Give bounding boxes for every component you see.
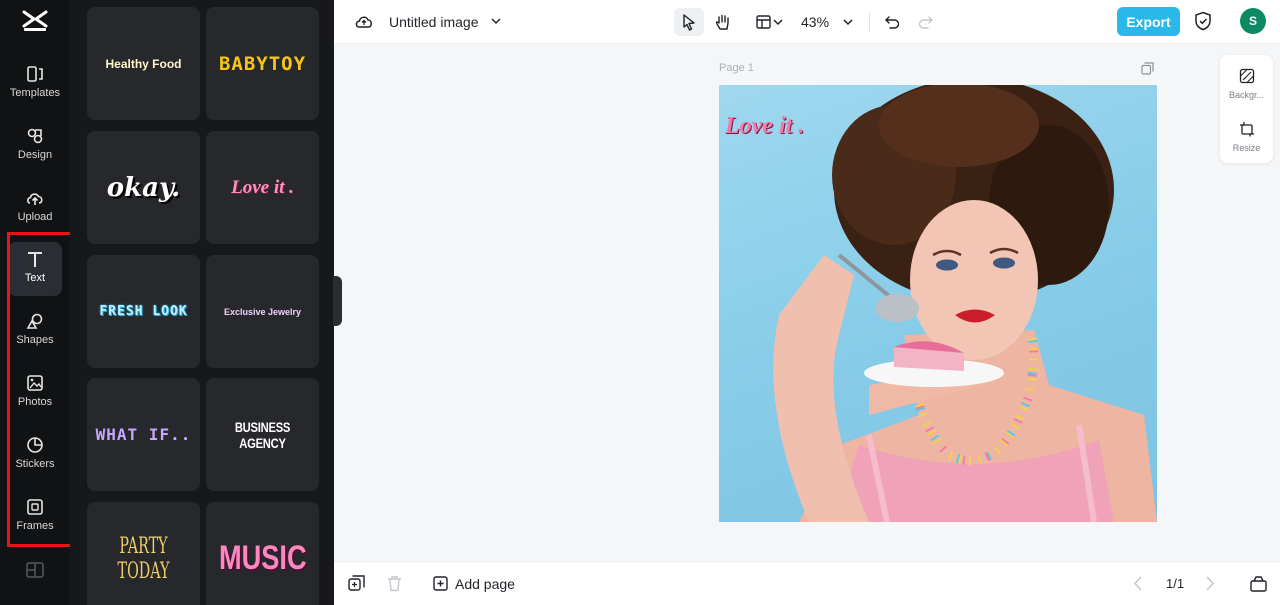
text-template-card[interactable]: Healthy Food <box>87 7 200 120</box>
pages-panel-icon[interactable] <box>1250 575 1267 592</box>
chevron-down-icon[interactable] <box>491 16 501 26</box>
hand-icon <box>715 14 729 30</box>
resize-tool-label: Resize <box>1232 143 1261 153</box>
capcut-logo[interactable] <box>22 9 48 33</box>
nav-item-upload[interactable]: Upload <box>8 181 62 235</box>
text-template-card[interactable]: Exclusive Jewelry <box>206 255 319 368</box>
text-template-card[interactable]: BABYTOY <box>206 7 319 120</box>
nav-item-templates[interactable]: Templates <box>8 57 62 111</box>
layout-icon <box>756 15 771 29</box>
chevron-right-icon[interactable] <box>1204 575 1216 592</box>
undo-icon <box>885 16 900 29</box>
text-template-label: PARTY TODAY <box>117 533 170 584</box>
canvas-side-tools: Backgr... Resize <box>1220 55 1273 163</box>
select-tool-button[interactable] <box>674 8 704 36</box>
page-indicator: 1/1 <box>1166 576 1185 591</box>
redo-button[interactable] <box>911 8 941 36</box>
text-template-label: Exclusive Jewelry <box>223 306 302 317</box>
design-icon <box>27 128 43 144</box>
text-template-label: WHAT IF.. <box>95 425 192 444</box>
text-template-card[interactable]: WHAT IF.. <box>87 378 200 491</box>
nav-label-design: Design <box>17 149 53 161</box>
export-button[interactable]: Export <box>1117 7 1180 36</box>
text-template-label: Love it . <box>231 176 294 198</box>
user-avatar[interactable]: S <box>1240 8 1266 34</box>
text-template-card[interactable]: okay. <box>87 131 200 244</box>
undo-button[interactable] <box>877 8 907 36</box>
redo-icon <box>918 16 933 29</box>
chevron-left-icon[interactable] <box>1132 575 1144 592</box>
cursor-icon <box>683 14 695 31</box>
chevron-down-icon[interactable] <box>843 17 853 27</box>
nav-label-templates: Templates <box>9 87 61 99</box>
text-template-card[interactable]: Love it . <box>206 131 319 244</box>
text-template-label: okay. <box>106 172 181 203</box>
templates-icon <box>27 66 43 82</box>
resize-tool-button[interactable]: Resize <box>1220 121 1273 153</box>
text-template-card[interactable]: FRESH LOOK <box>87 255 200 368</box>
chevron-down-icon[interactable] <box>773 17 783 27</box>
background-tool-button[interactable]: Backgr... <box>1220 68 1273 100</box>
shield-icon[interactable] <box>1194 11 1212 31</box>
resize-icon <box>1239 122 1254 137</box>
canvas-text-love-it[interactable]: Love it . <box>725 113 804 140</box>
hand-tool-button[interactable] <box>708 8 738 36</box>
document-title[interactable]: Untitled image <box>389 14 479 30</box>
text-template-label: BUSINESS AGENCY <box>234 418 291 451</box>
trash-icon[interactable] <box>386 575 403 592</box>
nav-highlight-box <box>7 232 73 547</box>
add-page-icon <box>433 576 448 591</box>
nav-label-upload: Upload <box>17 211 53 223</box>
background-icon <box>1239 68 1254 84</box>
duplicate-icon[interactable] <box>348 575 365 592</box>
zoom-level[interactable]: 43% <box>801 14 829 30</box>
canvas-page-image[interactable]: Love it . <box>719 85 1157 522</box>
text-template-card[interactable]: BUSINESS AGENCY <box>206 378 319 491</box>
duplicate-page-icon[interactable] <box>1141 62 1154 75</box>
text-template-label: Healthy Food <box>105 56 182 71</box>
cloud-sync-icon[interactable] <box>354 12 374 30</box>
woman-with-cake-photo <box>773 85 1157 522</box>
page-label: Page 1 <box>719 62 754 74</box>
nav-item-design[interactable]: Design <box>8 119 62 173</box>
text-template-card[interactable]: MUSIC <box>206 502 319 605</box>
background-tool-label: Backgr... <box>1228 90 1264 100</box>
upload-icon <box>27 193 43 205</box>
top-bar: Untitled image 43% Export S <box>334 0 1280 44</box>
toolbar-divider <box>869 13 870 31</box>
text-template-label: BABYTOY <box>218 52 307 75</box>
text-template-card[interactable]: PARTY TODAY <box>87 502 200 605</box>
text-template-label: MUSIC <box>218 539 307 577</box>
text-templates-panel: Healthy Food BABYTOY okay. Love it . FRE… <box>70 0 334 605</box>
text-template-label: FRESH LOOK <box>99 304 188 319</box>
apps-icon[interactable] <box>26 562 44 578</box>
add-page-label: Add page <box>455 576 515 592</box>
add-page-button[interactable]: Add page <box>433 573 515 595</box>
bottom-bar: Add page 1/1 <box>334 561 1280 605</box>
panel-collapse-handle[interactable] <box>333 276 342 326</box>
